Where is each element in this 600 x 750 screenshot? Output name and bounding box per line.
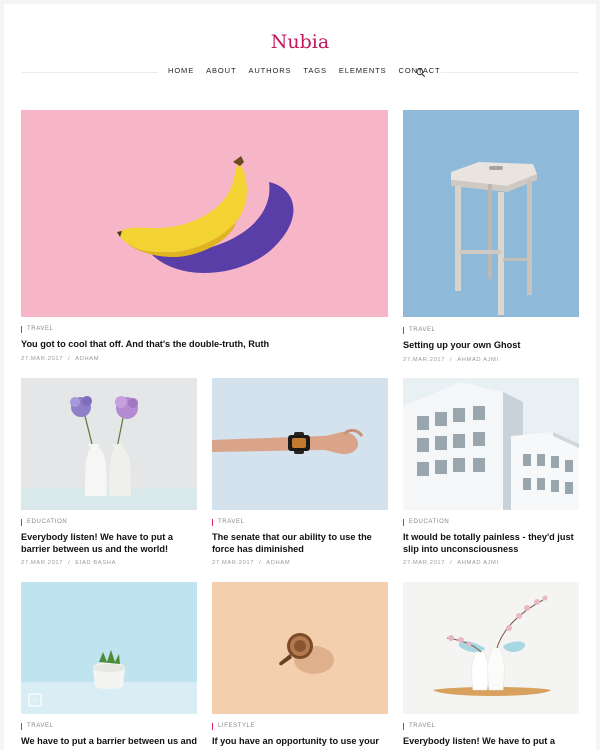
post-author[interactable]: Eiad Basha (75, 560, 116, 566)
post-meta: 27.Mar.2017 / Ahmad Ajmi (403, 357, 499, 363)
post-tag[interactable]: Education (21, 519, 67, 526)
post-image-vase[interactable] (403, 582, 579, 714)
nav-elements[interactable]: Elements (339, 66, 387, 75)
search-icon[interactable] (416, 68, 425, 77)
post-card[interactable]: Travel Setting up your own Ghost 27.Mar.… (403, 110, 579, 370)
post-image-watch[interactable] (212, 378, 388, 510)
post-meta: 27.Mar.2017 / Adham (212, 560, 290, 566)
post-tag[interactable]: Travel (403, 723, 436, 730)
nav-home[interactable]: Home (168, 66, 194, 75)
post-image-coffee[interactable] (212, 582, 388, 714)
post-title[interactable]: We have to put a barrier between us and (21, 736, 197, 748)
post-card[interactable]: ☆ Travel We have to put a barrier betwee… (21, 582, 197, 750)
post-card[interactable]: Travel You got to cool that off. And tha… (21, 110, 388, 370)
post-card[interactable]: Travel Everybody listen! We have to put … (403, 582, 579, 750)
post-tag[interactable]: Travel (403, 327, 436, 334)
nav-tags[interactable]: Tags (303, 66, 326, 75)
post-title[interactable]: Setting up your own Ghost (403, 340, 579, 352)
post-title[interactable]: You got to cool that off. And that's the… (21, 339, 381, 351)
post-tag[interactable]: Lifestyle (212, 723, 255, 730)
post-date: 27.Mar.2017 (212, 560, 255, 566)
post-meta: 27.Mar.2017 / Ahmad Ajmi (403, 560, 499, 566)
post-card[interactable]: Lifestyle If you have an opportunity to … (212, 582, 388, 750)
post-author[interactable]: Adham (75, 356, 99, 362)
flowers-illustration (21, 396, 197, 510)
vase-illustration (433, 595, 551, 696)
post-image-banana[interactable] (21, 110, 388, 317)
post-image-building[interactable] (403, 378, 579, 510)
main-nav: Home About Authors Tags Elements Contact (168, 66, 441, 75)
meta-separator: / (68, 560, 71, 566)
coffee-illustration (279, 633, 334, 674)
post-image-flowers[interactable] (21, 378, 197, 510)
stool-illustration (451, 162, 537, 315)
post-tag[interactable]: Travel (21, 723, 54, 730)
post-image-stool[interactable] (403, 110, 579, 317)
post-date: 27.Mar.2017 (403, 357, 446, 363)
post-author[interactable]: Ahmad Ajmi (457, 560, 498, 566)
nav-authors[interactable]: Authors (248, 66, 291, 75)
header-divider-left (22, 72, 158, 73)
meta-separator: / (450, 560, 453, 566)
post-title[interactable]: The senate that our ability to use the f… (212, 532, 388, 555)
banana-illustration (117, 156, 294, 273)
post-image-plant[interactable]: ☆ (21, 582, 197, 714)
post-tag[interactable]: Travel (212, 519, 245, 526)
meta-separator: / (259, 560, 262, 566)
post-title[interactable]: Everybody listen! We have to put a (403, 736, 579, 748)
post-author[interactable]: Adham (266, 560, 290, 566)
post-meta: 27.Mar.2017 / Adham (21, 356, 99, 362)
post-title[interactable]: Everybody listen! We have to put a barri… (21, 532, 197, 555)
post-tag[interactable]: Travel (21, 326, 54, 333)
post-title[interactable]: It would be totally painless - they'd ju… (403, 532, 579, 555)
svg-text:☆: ☆ (31, 696, 39, 706)
post-date: 27.Mar.2017 (21, 560, 64, 566)
post-meta: 27.Mar.2017 / Eiad Basha (21, 560, 116, 566)
nav-about[interactable]: About (206, 66, 236, 75)
post-card[interactable]: Travel The senate that our ability to us… (212, 378, 388, 578)
post-date: 27.Mar.2017 (403, 560, 446, 566)
plant-illustration: ☆ (21, 650, 197, 714)
post-card[interactable]: Education It would be totally painless -… (403, 378, 579, 578)
meta-separator: / (450, 357, 453, 363)
post-author[interactable]: Ahmad Ajmi (457, 357, 498, 363)
building-illustration (403, 382, 579, 510)
header-divider-right (441, 72, 578, 73)
post-card[interactable]: Education Everybody listen! We have to p… (21, 378, 197, 578)
site-logo[interactable]: Nubia (0, 31, 600, 53)
post-title[interactable]: If you have an opportunity to use your (212, 736, 388, 748)
meta-separator: / (68, 356, 71, 362)
post-date: 27.Mar.2017 (21, 356, 64, 362)
watch-illustration (212, 428, 364, 454)
post-tag[interactable]: Education (403, 519, 449, 526)
